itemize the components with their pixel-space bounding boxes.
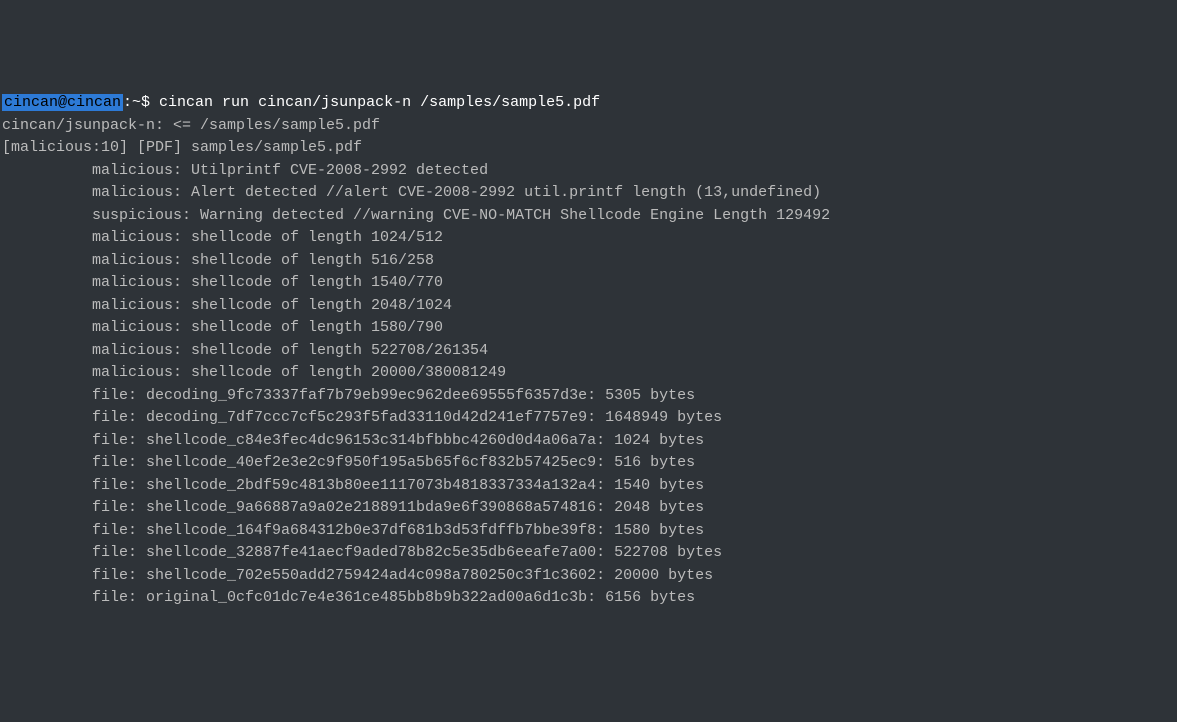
user-host: cincan@cincan <box>2 94 123 111</box>
prompt-suffix: :~$ <box>123 94 159 111</box>
output-line: file: decoding_7df7ccc7cf5c293f5fad33110… <box>2 407 1175 430</box>
prompt-line: cincan@cincan:~$ cincan run cincan/jsunp… <box>2 94 600 111</box>
output-line: malicious: shellcode of length 522708/26… <box>2 340 1175 363</box>
output-line: malicious: shellcode of length 1580/790 <box>2 317 1175 340</box>
output-line: malicious: shellcode of length 516/258 <box>2 250 1175 273</box>
output-line: file: shellcode_c84e3fec4dc96153c314bfbb… <box>2 430 1175 453</box>
output-line: file: shellcode_164f9a684312b0e37df681b3… <box>2 520 1175 543</box>
terminal[interactable]: cincan@cincan:~$ cincan run cincan/jsunp… <box>2 92 1175 610</box>
output-line: file: shellcode_2bdf59c4813b80ee1117073b… <box>2 475 1175 498</box>
command-text: cincan run cincan/jsunpack-n /samples/sa… <box>159 94 600 111</box>
output-line: file: shellcode_702e550add2759424ad4c098… <box>2 565 1175 588</box>
output-line: malicious: Alert detected //alert CVE-20… <box>2 182 1175 205</box>
output-line: file: original_0cfc01dc7e4e361ce485bb8b9… <box>2 587 1175 610</box>
output-line: file: shellcode_40ef2e3e2c9f950f195a5b65… <box>2 452 1175 475</box>
output-line: file: decoding_9fc73337faf7b79eb99ec962d… <box>2 385 1175 408</box>
output-line: file: shellcode_9a66887a9a02e2188911bda9… <box>2 497 1175 520</box>
output-line: [malicious:10] [PDF] samples/sample5.pdf <box>2 137 1175 160</box>
output-line: file: shellcode_32887fe41aecf9aded78b82c… <box>2 542 1175 565</box>
output-line: suspicious: Warning detected //warning C… <box>2 205 1175 228</box>
output-line: malicious: shellcode of length 2048/1024 <box>2 295 1175 318</box>
output-line: malicious: Utilprintf CVE-2008-2992 dete… <box>2 160 1175 183</box>
output-line: malicious: shellcode of length 20000/380… <box>2 362 1175 385</box>
output-line: malicious: shellcode of length 1024/512 <box>2 227 1175 250</box>
output-line: cincan/jsunpack-n: <= /samples/sample5.p… <box>2 115 1175 138</box>
output-line: malicious: shellcode of length 1540/770 <box>2 272 1175 295</box>
